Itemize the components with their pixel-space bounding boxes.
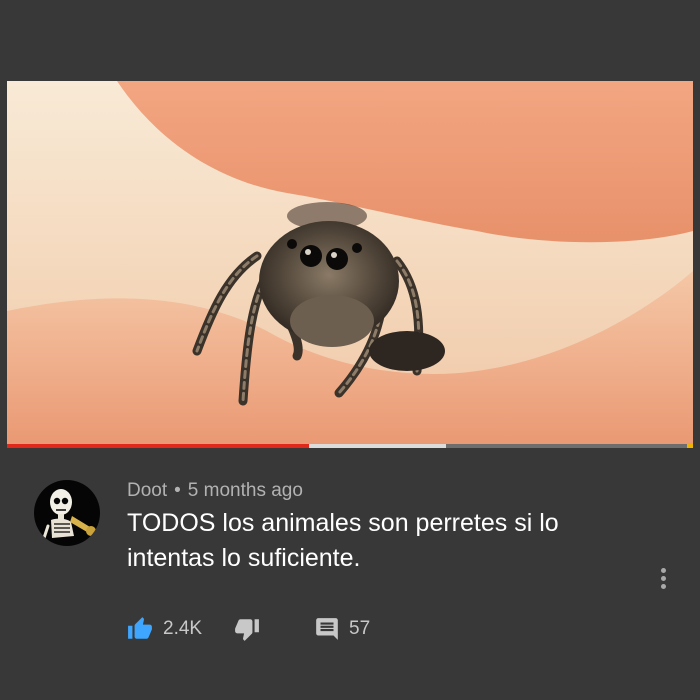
spider-photo	[7, 81, 693, 448]
thumbs-up-icon	[128, 617, 152, 639]
avatar[interactable]	[34, 480, 100, 546]
video-progress-bar[interactable]	[7, 444, 693, 448]
comment-icon	[316, 618, 338, 640]
thumbs-down-icon	[235, 619, 259, 641]
meta-separator: •	[174, 480, 181, 501]
comment-meta: Doot • 5 months ago	[127, 479, 303, 503]
comment-timestamp: 5 months ago	[187, 480, 303, 501]
skeleton-avatar-icon	[42, 489, 96, 540]
progress-end-marker	[687, 444, 693, 448]
like-button[interactable]: 2.4K	[126, 614, 202, 644]
more-vertical-icon[interactable]	[655, 565, 671, 593]
reply-count: 57	[349, 618, 371, 639]
like-count: 2.4K	[163, 618, 203, 639]
reply-button[interactable]: 57	[314, 614, 370, 644]
dislike-button[interactable]	[233, 614, 261, 644]
progress-played	[7, 444, 309, 448]
video-thumbnail[interactable]	[7, 81, 693, 448]
comment-author[interactable]: Doot	[127, 480, 167, 501]
comment-text: TODOS los animales son perretes si lo in…	[127, 509, 559, 572]
